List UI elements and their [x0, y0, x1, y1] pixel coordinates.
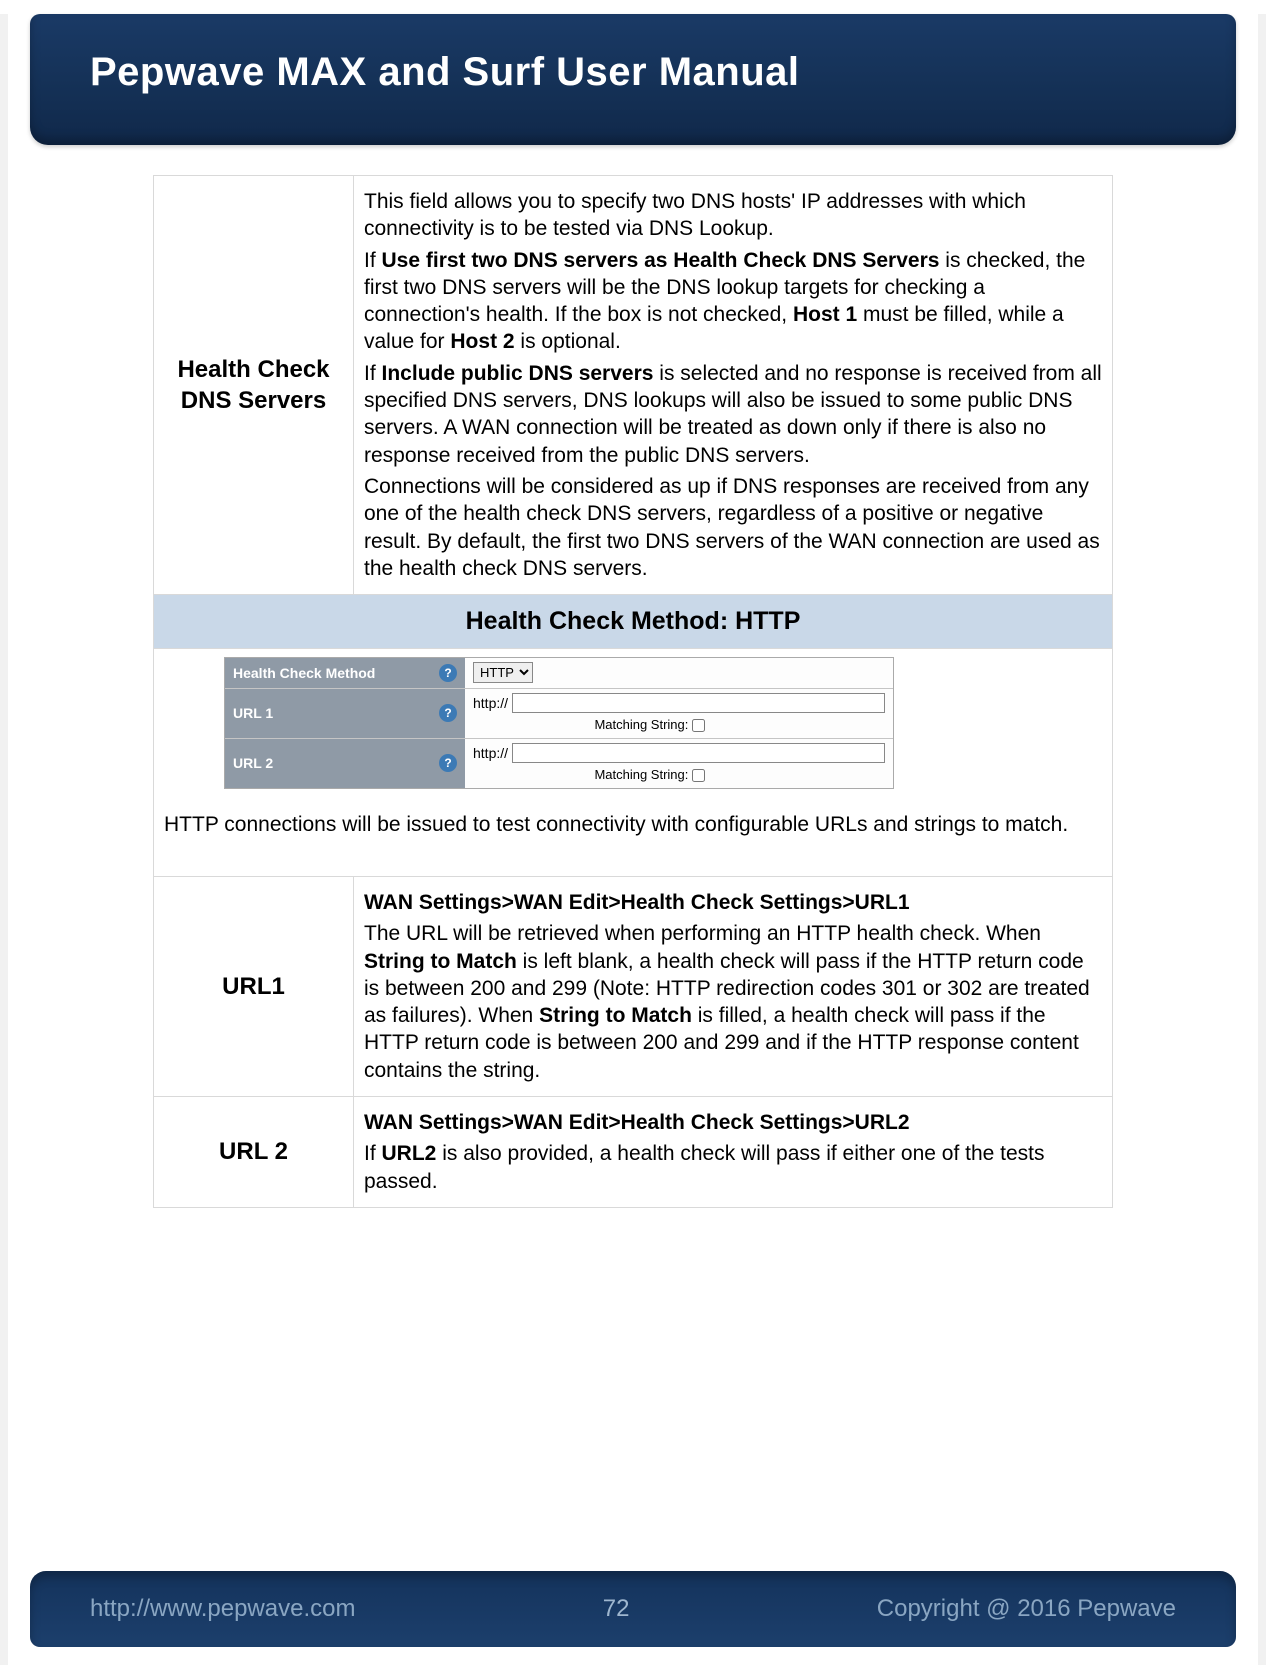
dns-p4: Connections will be considered as up if … [364, 473, 1102, 582]
footer-page-number: 72 [603, 1595, 630, 1623]
footer-banner: http://www.pepwave.com 72 Copyright @ 20… [30, 1571, 1236, 1647]
url1-text: The URL will be retrieved when performin… [364, 920, 1102, 1084]
help-icon[interactable]: ? [439, 664, 457, 682]
header-banner: Pepwave MAX and Surf User Manual [30, 14, 1236, 145]
row-dns-label: Health Check DNS Servers [154, 176, 354, 595]
url2-match-checkbox[interactable] [692, 769, 705, 782]
url1-input[interactable] [512, 693, 885, 713]
row-url1: URL1 WAN Settings>WAN Edit>Health Check … [154, 876, 1113, 1096]
footer-copyright: Copyright @ 2016 Pepwave [877, 1595, 1176, 1623]
help-icon[interactable]: ? [439, 704, 457, 722]
row-dns-desc: This field allows you to specify two DNS… [354, 176, 1113, 595]
row-url2-desc: WAN Settings>WAN Edit>Health Check Setti… [354, 1097, 1113, 1208]
row-url1-label: URL1 [154, 876, 354, 1096]
row-http-embed: Health Check Method ? HTTP URL [154, 648, 1113, 876]
cfg-method-label: Health Check Method ? [225, 658, 465, 688]
doc-table: Health Check DNS Servers This field allo… [153, 175, 1113, 1208]
row-section-http: Health Check Method: HTTP [154, 595, 1113, 649]
content-area: Health Check DNS Servers This field allo… [8, 145, 1258, 1248]
method-select[interactable]: HTTP [473, 662, 533, 683]
page-title: Pepwave MAX and Surf User Manual [90, 50, 1176, 95]
help-icon[interactable]: ? [439, 754, 457, 772]
http-note: HTTP connections will be issued to test … [164, 811, 1102, 838]
footer-url: http://www.pepwave.com [90, 1595, 355, 1623]
config-panel: Health Check Method ? HTTP URL [224, 657, 894, 789]
cfg-url2-label: URL 2 ? [225, 739, 465, 788]
dns-p2: If Use first two DNS servers as Health C… [364, 247, 1102, 356]
url2-prefix: http:// [473, 744, 508, 762]
cfg-row-url2: URL 2 ? http:// Matching String: [225, 738, 893, 788]
cfg-row-url1: URL 1 ? http:// Matching String: [225, 688, 893, 738]
row-url2: URL 2 WAN Settings>WAN Edit>Health Check… [154, 1097, 1113, 1208]
row-dns: Health Check DNS Servers This field allo… [154, 176, 1113, 595]
dns-p3: If Include public DNS servers is selecte… [364, 360, 1102, 469]
url1-match-checkbox[interactable] [692, 719, 705, 732]
dns-p1: This field allows you to specify two DNS… [364, 188, 1102, 243]
cfg-url1-label: URL 1 ? [225, 689, 465, 738]
url1-match-label: Matching String: [594, 717, 688, 732]
cfg-row-method: Health Check Method ? HTTP [225, 658, 893, 688]
section-http-header: Health Check Method: HTTP [154, 595, 1113, 649]
url2-text: If URL2 is also provided, a health check… [364, 1140, 1102, 1195]
url2-input[interactable] [512, 743, 885, 763]
url2-match-label: Matching String: [594, 767, 688, 782]
row-url2-label: URL 2 [154, 1097, 354, 1208]
url2-breadcrumb: WAN Settings>WAN Edit>Health Check Setti… [364, 1109, 1102, 1136]
url1-breadcrumb: WAN Settings>WAN Edit>Health Check Setti… [364, 889, 1102, 916]
row-url1-desc: WAN Settings>WAN Edit>Health Check Setti… [354, 876, 1113, 1096]
url1-prefix: http:// [473, 694, 508, 712]
